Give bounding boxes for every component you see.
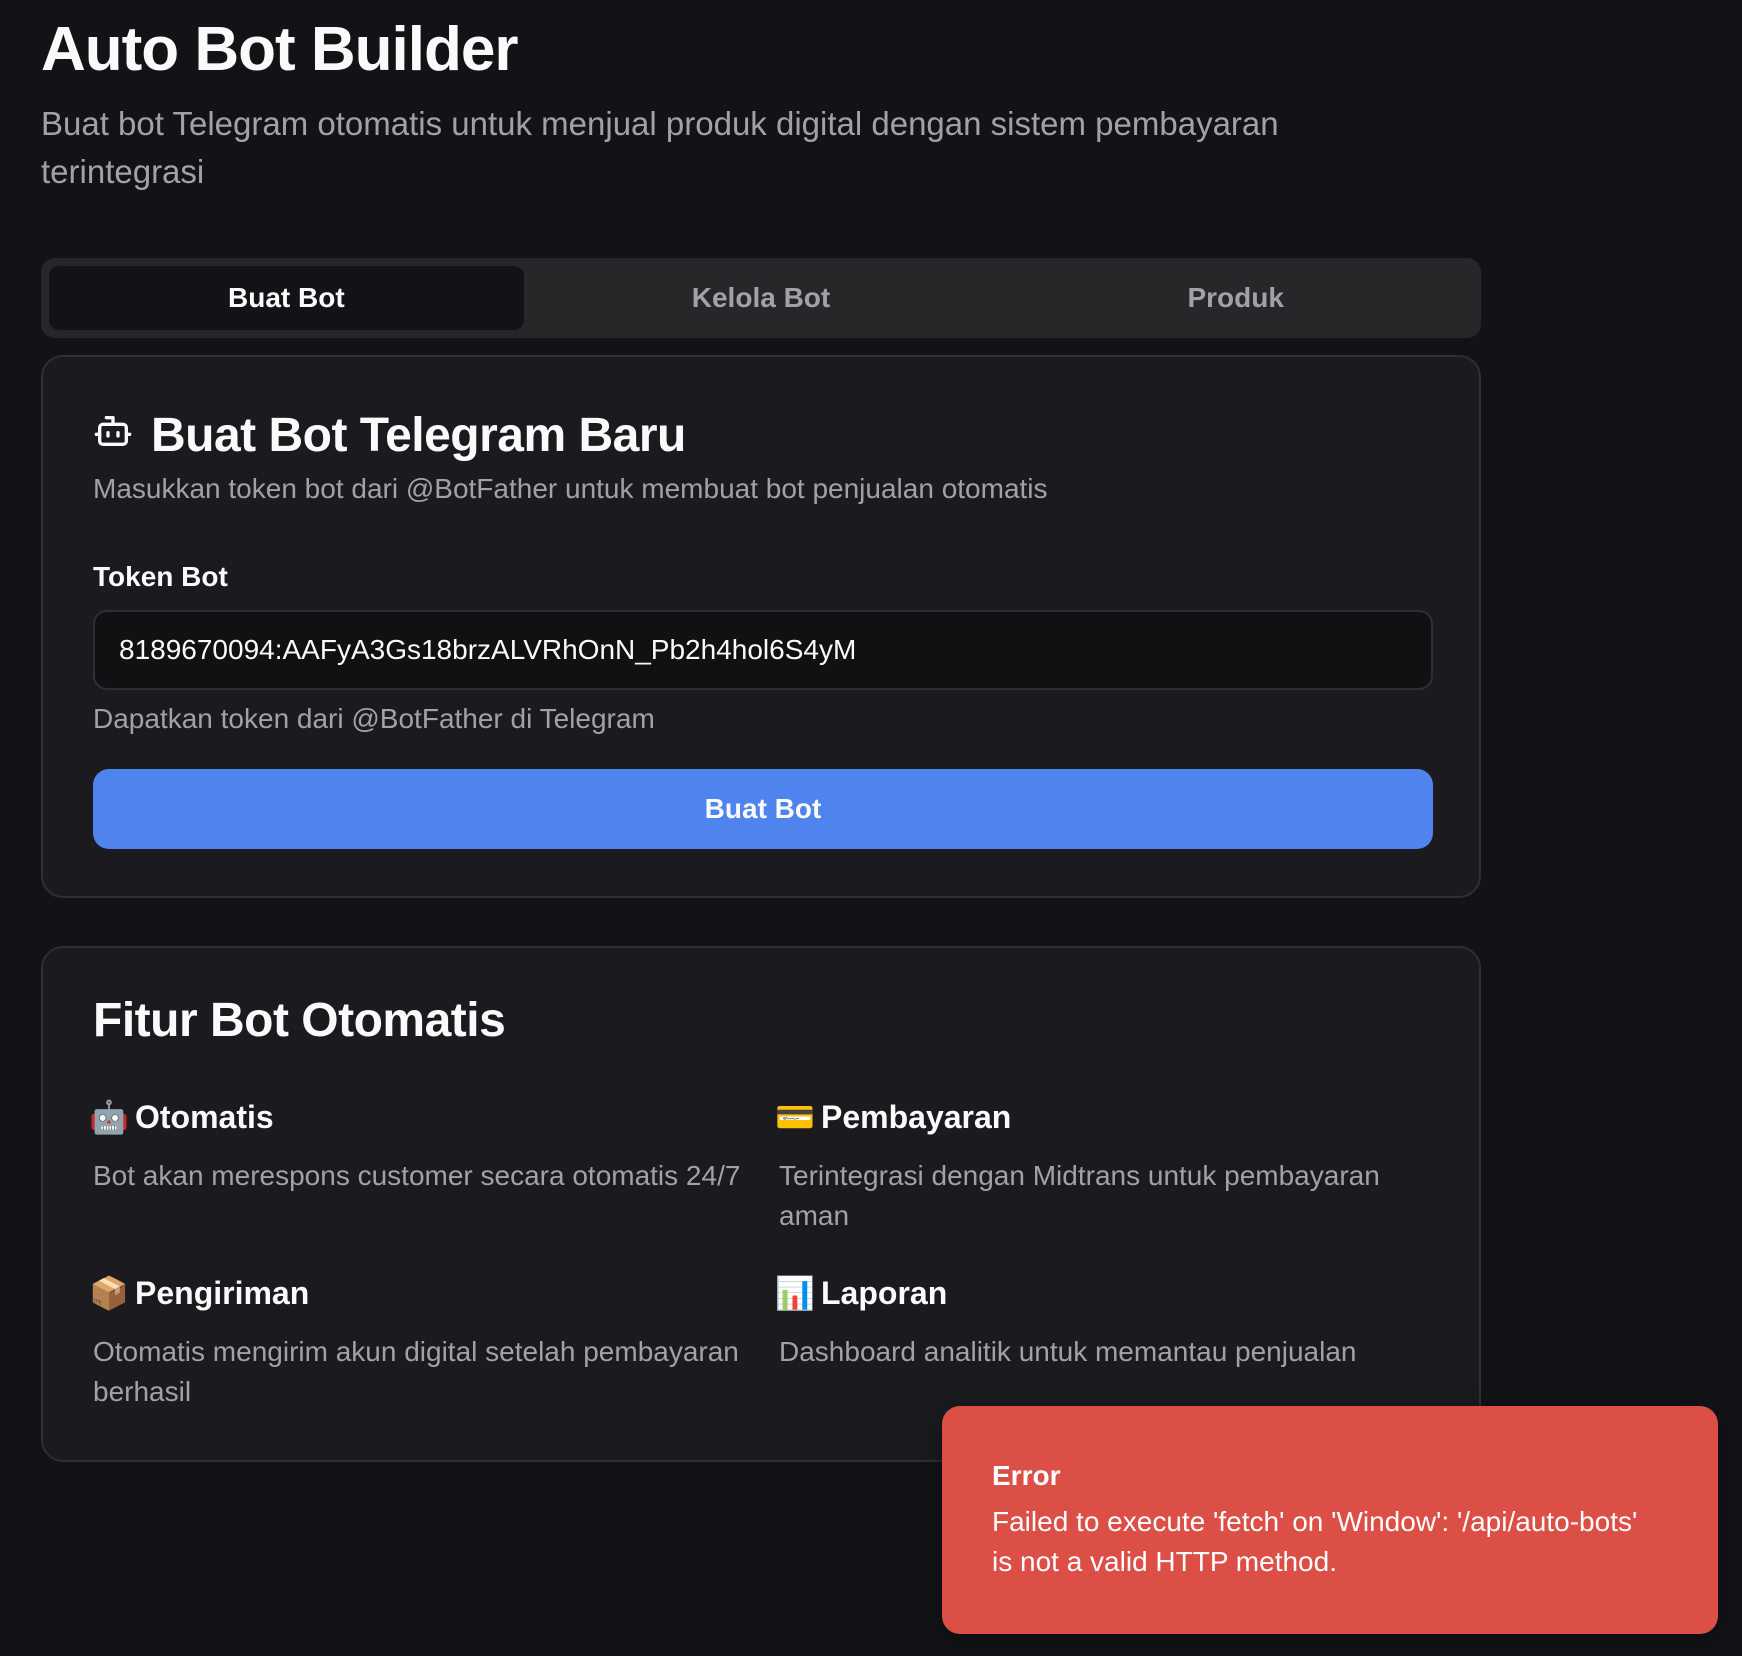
toast-message: Failed to execute 'fetch' on 'Window': '… bbox=[992, 1506, 1638, 1577]
create-bot-description: Masukkan token bot dari @BotFather untuk… bbox=[93, 473, 1048, 504]
page: Auto Bot Builder Buat bot Telegram otoma… bbox=[0, 0, 1742, 1656]
feature-pembayaran: 💳 Pembayaran Terintegrasi dengan Midtran… bbox=[775, 1094, 1429, 1236]
feature-title: Otomatis bbox=[135, 1099, 274, 1135]
bot-icon bbox=[93, 405, 133, 467]
error-toast[interactable]: Error Failed to execute 'fetch' on 'Wind… bbox=[942, 1406, 1718, 1634]
feature-title: Laporan bbox=[821, 1275, 948, 1311]
package-icon: 📦 bbox=[89, 1275, 129, 1311]
create-bot-title: Buat Bot Telegram Baru bbox=[151, 409, 686, 462]
feature-pengiriman: 📦 Pengiriman Otomatis mengirim akun digi… bbox=[89, 1270, 743, 1412]
create-bot-heading: Buat Bot Telegram Baru bbox=[93, 405, 686, 467]
feature-laporan: 📊 Laporan Dashboard analitik untuk meman… bbox=[775, 1270, 1429, 1372]
feature-otomatis: 🤖 Otomatis Bot akan merespons customer s… bbox=[89, 1094, 743, 1196]
token-label: Token Bot bbox=[93, 561, 228, 592]
token-hint: Dapatkan token dari @BotFather di Telegr… bbox=[93, 703, 655, 734]
feature-title: Pembayaran bbox=[821, 1099, 1012, 1135]
feature-description: Otomatis mengirim akun digital setelah p… bbox=[93, 1336, 739, 1407]
features-title: Fitur Bot Otomatis bbox=[93, 994, 506, 1047]
tab-bar: Buat Bot Kelola Bot Produk bbox=[41, 258, 1481, 338]
robot-icon: 🤖 bbox=[89, 1099, 129, 1135]
create-bot-card: Buat Bot Telegram Baru Masukkan token bo… bbox=[41, 355, 1481, 898]
bar-chart-icon: 📊 bbox=[775, 1275, 815, 1311]
feature-description: Dashboard analitik untuk memantau penjua… bbox=[779, 1336, 1357, 1367]
feature-description: Bot akan merespons customer secara otoma… bbox=[93, 1160, 741, 1191]
page-title: Auto Bot Builder bbox=[41, 15, 518, 84]
token-input[interactable] bbox=[93, 610, 1433, 690]
credit-card-icon: 💳 bbox=[775, 1099, 815, 1135]
create-bot-button[interactable]: Buat Bot bbox=[93, 769, 1433, 849]
feature-title: Pengiriman bbox=[135, 1275, 310, 1311]
tab-produk[interactable]: Produk bbox=[998, 266, 1473, 330]
toast-title: Error bbox=[992, 1460, 1061, 1491]
features-card: Fitur Bot Otomatis 🤖 Otomatis Bot akan m… bbox=[41, 946, 1481, 1462]
page-subtitle: Buat bot Telegram otomatis untuk menjual… bbox=[41, 105, 1279, 190]
tab-kelola-bot[interactable]: Kelola Bot bbox=[524, 266, 999, 330]
feature-description: Terintegrasi dengan Midtrans untuk pemba… bbox=[779, 1160, 1380, 1231]
tab-buat-bot[interactable]: Buat Bot bbox=[49, 266, 524, 330]
